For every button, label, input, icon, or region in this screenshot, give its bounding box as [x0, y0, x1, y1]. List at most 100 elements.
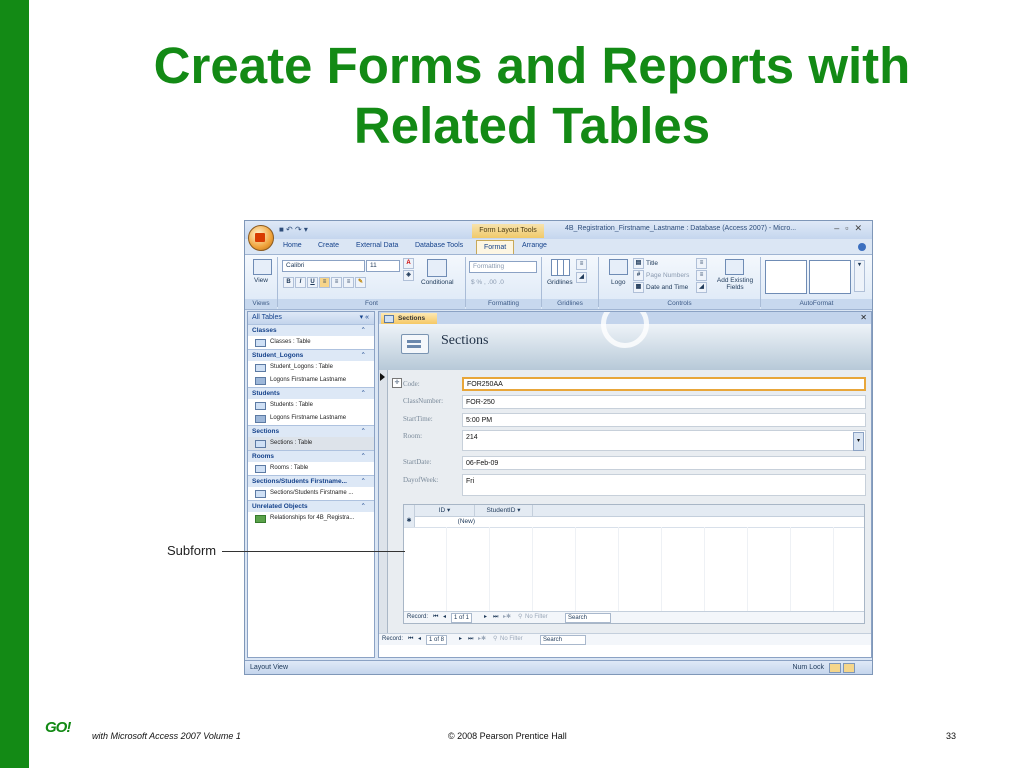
font-size-box[interactable]: 11	[366, 260, 400, 272]
view-switcher[interactable]	[829, 663, 869, 673]
bold-icon[interactable]: B	[283, 277, 294, 288]
title-button-label[interactable]: Title	[646, 260, 658, 267]
title-icon[interactable]: ▤	[633, 258, 644, 269]
record-position-box[interactable]: 1 of 8	[426, 635, 448, 645]
field-startdate[interactable]: 06-Feb-09	[462, 456, 866, 470]
prev-record-icon[interactable]: ◂	[418, 634, 421, 645]
collapse-icon[interactable]: ⌃	[361, 325, 366, 336]
tab-home[interactable]: Home	[283, 242, 302, 249]
tab-external-data[interactable]: External Data	[356, 242, 398, 249]
collapse-icon[interactable]: ⌃	[361, 426, 366, 437]
first-record-icon[interactable]: ⏮	[408, 634, 413, 645]
align-center-icon[interactable]: ≡	[331, 277, 342, 288]
nav-item-students-table[interactable]: Students : Table	[248, 399, 374, 412]
help-icon[interactable]	[858, 243, 866, 251]
close-document-icon[interactable]: ✕	[860, 312, 867, 324]
page-numbers-button-label[interactable]: Page Numbers	[646, 272, 689, 279]
line-thickness-icon[interactable]: ≡	[696, 258, 707, 269]
field-classnumber[interactable]: FOR-250	[462, 395, 866, 409]
tab-sections-form[interactable]: Sections	[381, 313, 438, 324]
field-dayofweek[interactable]: Fri	[462, 474, 866, 496]
next-record-icon[interactable]: ▸	[459, 634, 462, 645]
collapse-icon[interactable]: ⌃	[361, 476, 366, 487]
tab-create[interactable]: Create	[318, 242, 339, 249]
nav-item-student-logons-table[interactable]: Student_Logons : Table	[248, 361, 374, 374]
logo-icon[interactable]	[609, 259, 628, 275]
filter-indicator-icon[interactable]: ⚲	[518, 612, 522, 623]
nav-pane-shutter-icon[interactable]: ▾ «	[360, 312, 369, 324]
nav-group-unrelated-objects[interactable]: Unrelated Objects ⌃	[248, 500, 374, 512]
grid-style-icon[interactable]: ≡	[576, 259, 587, 270]
autoformat-style-1-icon[interactable]	[765, 260, 807, 294]
nav-group-student-logons[interactable]: Student_Logons ⌃	[248, 349, 374, 361]
record-position-box[interactable]: 1 of 1	[451, 613, 473, 623]
nav-item-logons-form[interactable]: Logons Firstname Lastname	[248, 374, 374, 387]
tab-database-tools[interactable]: Database Tools	[415, 242, 463, 249]
italic-icon[interactable]: I	[295, 277, 306, 288]
nav-group-classes[interactable]: Classes ⌃	[248, 324, 374, 336]
conditional-formatting-icon[interactable]	[427, 259, 447, 277]
prev-record-icon[interactable]: ◂	[443, 612, 446, 623]
record-selector[interactable]	[379, 370, 388, 645]
font-color-icon[interactable]: A	[403, 258, 414, 269]
format-painter-icon[interactable]: ✎	[355, 277, 366, 288]
align-left-icon[interactable]: ≡	[319, 277, 330, 288]
layout-view-icon[interactable]	[843, 663, 855, 673]
new-record-nav-icon[interactable]: ▸✱	[503, 612, 511, 623]
date-time-button-label[interactable]: Date and Time	[646, 284, 688, 291]
dropdown-arrow-icon[interactable]: ▾	[853, 432, 864, 451]
form-view-icon[interactable]	[829, 663, 841, 673]
logo-button-label[interactable]: Logo	[611, 279, 625, 286]
nav-item-relationships[interactable]: Relationships for 4B_Registra...	[248, 512, 374, 525]
window-controls[interactable]: –▫✕	[834, 223, 868, 234]
collapse-icon[interactable]: ⌃	[361, 350, 366, 361]
first-record-icon[interactable]: ⏮	[433, 612, 438, 623]
nav-group-rooms[interactable]: Rooms ⌃	[248, 450, 374, 462]
autoformat-style-2-icon[interactable]	[809, 260, 851, 294]
field-room[interactable]: 214 ▾	[462, 430, 866, 451]
underline-icon[interactable]: U	[307, 277, 318, 288]
nav-item-rooms-table[interactable]: Rooms : Table	[248, 462, 374, 475]
tab-format[interactable]: Format	[476, 240, 515, 255]
next-record-icon[interactable]: ▸	[484, 612, 487, 623]
collapse-icon[interactable]: ⌃	[361, 451, 366, 462]
page-numbers-icon[interactable]: #	[633, 270, 644, 281]
new-record-nav-icon[interactable]: ▸✱	[478, 634, 486, 645]
collapse-icon[interactable]: ⌃	[361, 388, 366, 399]
date-time-icon[interactable]: ▦	[633, 282, 644, 293]
select-all-cell[interactable]	[404, 505, 415, 516]
column-header-id[interactable]: ID ▾	[415, 505, 475, 516]
field-code[interactable]: FOR250AA	[462, 377, 866, 391]
new-row-id-cell[interactable]: (New)	[415, 516, 475, 527]
form-logo-icon[interactable]	[401, 334, 429, 354]
line-color-icon[interactable]: ◢	[696, 282, 707, 293]
no-filter-label[interactable]: No Filter	[500, 634, 523, 645]
last-record-icon[interactable]: ⏭	[468, 634, 473, 645]
formatting-dropdown[interactable]: Formatting	[469, 261, 537, 273]
align-right-icon[interactable]: ≡	[343, 277, 354, 288]
gridlines-button-label[interactable]: Gridlines	[547, 279, 573, 286]
form-title[interactable]: Sections	[441, 333, 488, 349]
line-type-icon[interactable]: ≡	[696, 270, 707, 281]
filter-indicator-icon[interactable]: ⚲	[493, 634, 497, 645]
gridlines-icon[interactable]	[551, 259, 570, 276]
nav-group-sections[interactable]: Sections ⌃	[248, 425, 374, 437]
font-name-box[interactable]: Calibri	[282, 260, 365, 272]
autoformat-more-icon[interactable]: ▾	[854, 260, 865, 292]
no-filter-label[interactable]: No Filter	[525, 612, 548, 623]
column-header-studentid[interactable]: StudentID ▾	[475, 505, 533, 516]
nav-group-students[interactable]: Students ⌃	[248, 387, 374, 399]
nav-item-sections-table[interactable]: Sections : Table	[248, 437, 374, 450]
view-icon[interactable]	[253, 259, 272, 275]
fill-color-icon[interactable]: ◈	[403, 270, 414, 281]
nav-group-sections-students[interactable]: Sections/Students Firstname... ⌃	[248, 475, 374, 487]
quick-access-toolbar[interactable]: ■ ↶ ↷ ▾	[279, 225, 308, 234]
conditional-button-label[interactable]: Conditional	[421, 279, 454, 286]
add-existing-fields-icon[interactable]	[725, 259, 744, 275]
add-existing-fields-button-label[interactable]: Add Existing Fields	[715, 277, 755, 291]
field-starttime[interactable]: 5:00 PM	[462, 413, 866, 427]
number-format-buttons[interactable]: $ % , .00 .0	[471, 279, 504, 286]
last-record-icon[interactable]: ⏭	[493, 612, 498, 623]
search-box[interactable]: Search	[540, 635, 586, 645]
nav-pane-header[interactable]: All Tables ▾ «	[248, 312, 374, 324]
